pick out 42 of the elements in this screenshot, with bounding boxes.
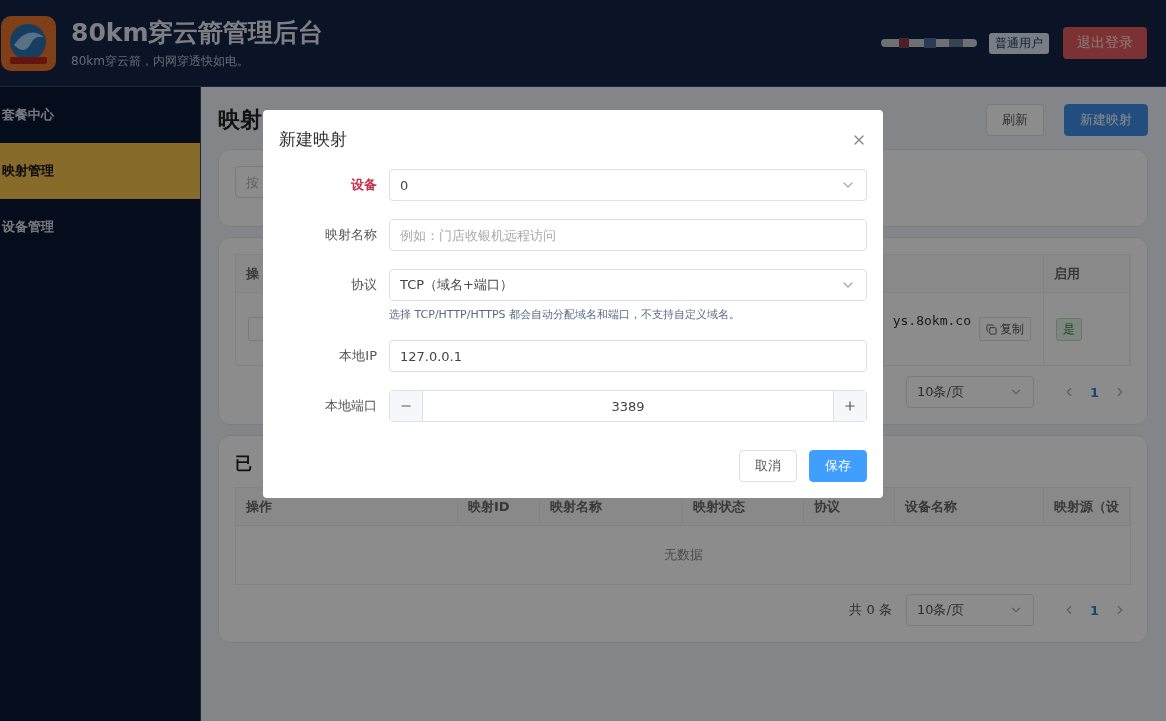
field-label: 本地IP [339,347,377,365]
page-number[interactable]: 1 [1089,384,1099,400]
increase-button[interactable] [834,391,866,421]
field-label: 协议 [351,276,377,294]
app-title: 80km穿云箭管理后台 [71,17,325,49]
plus-icon [843,399,857,413]
dialog-title: 新建映射 [279,128,347,151]
logo-icon [0,14,57,72]
input-field[interactable]: 127.0.0.1 [389,340,867,372]
sidebar-item[interactable]: 套餐中心 [0,87,200,143]
user-role-badge: 普通用户 [989,32,1049,54]
create-button[interactable]: 新建映射 [1064,104,1148,136]
select-field[interactable]: TCP（域名+端口） [389,269,867,301]
sidebar-item[interactable]: 设备管理 [0,199,200,255]
field-label: 本地端口 [325,397,377,415]
page-size-select[interactable]: 10条/页 [905,594,1034,626]
table-header: 设备名称 [895,488,1044,526]
field-label: 映射名称 [325,226,377,244]
copy-button[interactable]: 复制 [979,317,1031,341]
page-number[interactable]: 1 [1089,602,1099,618]
address-text: ys.8okm.co [892,313,971,328]
copy-icon [986,323,997,335]
app-subtitle: 80km穿云箭，内网穿透快如电。 [71,53,250,70]
input-field[interactable]: 例如：门店收银机远程访问 [389,219,867,251]
select-field[interactable]: 0 [389,169,867,201]
status-tag: 是 [1056,317,1082,341]
page-size-select[interactable]: 10条/页 [905,376,1034,408]
page-title: 映射 [218,106,263,134]
refresh-button[interactable]: 刷新 [986,104,1044,136]
sidebar-item[interactable]: 映射管理 [0,143,200,199]
decrease-button[interactable] [390,391,422,421]
save-button[interactable]: 保存 [809,450,867,482]
field-hint: 选择 TCP/HTTP/HTTPS 都会自动分配域名和端口，不支持自定义域名。 [389,307,742,322]
card-title: 已 [235,452,252,475]
number-field[interactable]: 3389 [389,390,867,422]
cancel-button[interactable]: 取消 [739,450,797,482]
logout-button[interactable]: 退出登录 [1063,27,1147,59]
table-header: 启用 [1044,255,1130,293]
field-label: 设备 [351,176,377,194]
total-count: 共 0 条 [849,601,892,619]
table-header: 映射源（设 [1044,488,1130,526]
empty-text: 无数据 [662,546,704,564]
